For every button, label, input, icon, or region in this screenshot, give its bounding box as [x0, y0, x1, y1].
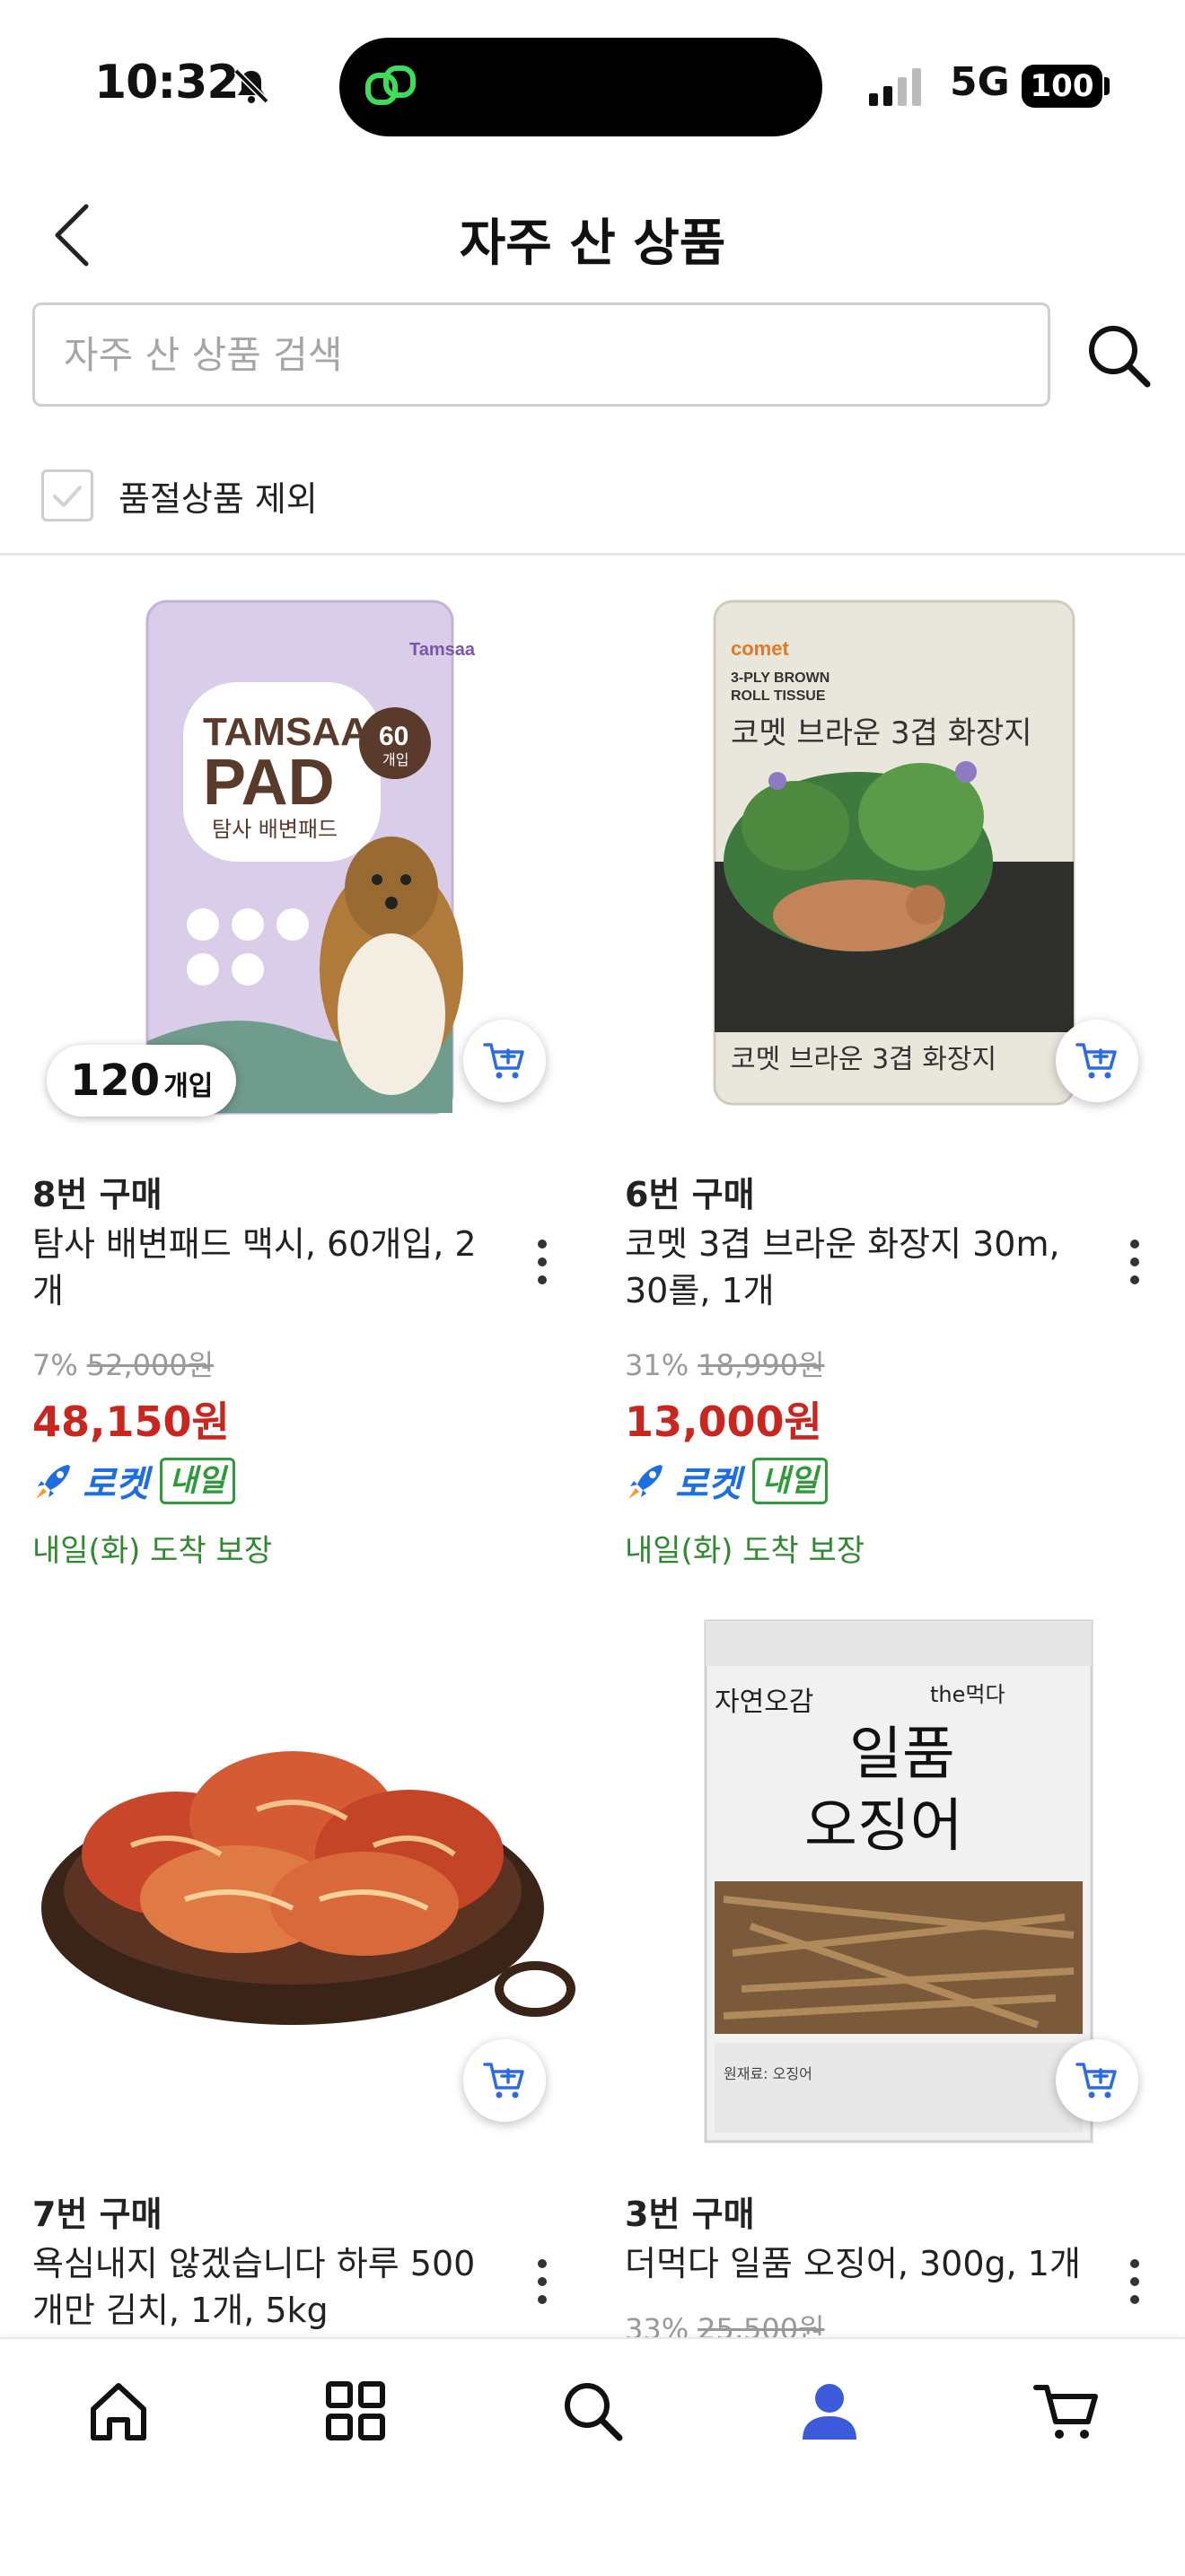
quantity-number: 120 — [70, 1056, 161, 1106]
svg-text:Tamsaa: Tamsaa — [409, 640, 476, 660]
original-price-row: 31% 18,990원 — [625, 1343, 825, 1384]
svg-text:PAD: PAD — [203, 747, 335, 819]
purchase-count: 3번 구매 — [625, 2195, 755, 2234]
sale-price: 13,000원 — [625, 1398, 822, 1446]
divider — [0, 553, 1185, 556]
search-input[interactable] — [32, 302, 1050, 407]
svg-text:탐사 배변패드: 탐사 배변패드 — [212, 817, 338, 842]
more-options-icon[interactable] — [1117, 1235, 1153, 1289]
cart-plus-icon — [483, 2063, 524, 2098]
signal-icon — [869, 68, 921, 106]
product-name[interactable]: 욕심내지 않겠습니다 하루 500개만 김치, 1개, 5kg — [32, 2240, 499, 2334]
more-options-icon[interactable] — [1117, 2255, 1153, 2309]
product-name[interactable]: 더먹다 일품 오징어, 300g, 1개 — [625, 2240, 1092, 2287]
cart-icon[interactable] — [1031, 2375, 1102, 2447]
page-title: 자주 산 상품 — [459, 215, 726, 273]
rocket-icon — [628, 1465, 663, 1499]
purchase-count: 6번 구매 — [625, 1175, 755, 1214]
svg-text:오징어: 오징어 — [804, 1793, 963, 1860]
original-price: 18,990원 — [698, 1348, 825, 1382]
svg-text:60: 60 — [379, 722, 408, 751]
add-to-cart-button[interactable] — [1056, 1020, 1138, 1102]
arrival-guarantee: 내일(화) 도착 보장 — [625, 1533, 865, 1569]
original-price: 52,000원 — [86, 1348, 215, 1382]
svg-text:3-PLY BROWN: 3-PLY BROWN — [731, 670, 830, 686]
add-to-cart-button[interactable] — [1056, 2039, 1138, 2122]
battery-tip — [1104, 77, 1110, 95]
rocket-icon — [36, 1465, 70, 1499]
cart-plus-icon — [1075, 2063, 1117, 2098]
cart-plus-icon — [1075, 1043, 1117, 1079]
more-options-icon[interactable] — [524, 2255, 560, 2309]
product-name[interactable]: 코멧 3겹 브라운 화장지 30m, 30롤, 1개 — [625, 1221, 1092, 1314]
exclude-sold-out-label: 품절상품 제외 — [118, 478, 318, 519]
product-card[interactable]: 자연오감 the먹다 일품 오징어 원재료: 오징어 3번 구매 더먹다 일품 … — [625, 1612, 1181, 2337]
tomorrow-badge: 내일 — [751, 1458, 829, 1504]
purchase-count: 7번 구매 — [32, 2195, 162, 2234]
svg-text:the먹다: the먹다 — [930, 1682, 1005, 1707]
svg-text:comet: comet — [731, 637, 789, 660]
check-icon — [53, 486, 82, 507]
product-card[interactable]: 7번 구매 욕심내지 않겠습니다 하루 500개만 김치, 1개, 5kg — [32, 1612, 589, 2337]
product-card[interactable]: Tamsaa TAMSAA PAD 탐사 배변패드 60 개입 120 개입 8… — [32, 592, 589, 1580]
original-price-row: 33% 25,500원 — [625, 2307, 825, 2337]
svg-text:일품: 일품 — [849, 1722, 955, 1788]
search-icon[interactable] — [557, 2375, 628, 2447]
quantity-unit: 개입 — [163, 1071, 214, 1102]
rocket-label: 로켓 — [675, 1464, 742, 1505]
svg-text:개입: 개입 — [382, 751, 408, 768]
rocket-delivery-badge: 로켓 내일 — [625, 1456, 829, 1506]
svg-text:코멧 브라운 3겹 화장지: 코멧 브라운 3겹 화장지 — [731, 715, 1032, 751]
category-icon[interactable] — [320, 2375, 391, 2447]
arrival-guarantee: 내일(화) 도착 보장 — [32, 1533, 273, 1569]
my-coupang-icon[interactable] — [794, 2375, 865, 2447]
purchase-count: 8번 구매 — [32, 1175, 162, 1214]
search-icon[interactable] — [1084, 321, 1153, 390]
original-price-row: 7% 52,000원 — [32, 1343, 214, 1384]
exclude-sold-out-checkbox[interactable] — [41, 469, 93, 521]
original-price: 25,500원 — [698, 2312, 825, 2337]
product-card[interactable]: comet 3-PLY BROWN ROLL TISSUE 코멧 브라운 3겹 … — [625, 592, 1181, 1580]
discount-rate: 7% — [32, 1348, 78, 1382]
svg-text:원재료: 오징어: 원재료: 오징어 — [724, 2065, 812, 2082]
sale-price: 48,150원 — [32, 1398, 230, 1446]
more-options-icon[interactable] — [524, 1235, 560, 1289]
quantity-badge: 120 개입 — [47, 1045, 237, 1117]
discount-rate: 33% — [625, 2312, 689, 2337]
svg-text:자연오감: 자연오감 — [715, 1687, 813, 1718]
status-time: 10:32 — [94, 56, 240, 110]
battery-level: 100 — [1022, 65, 1102, 108]
rocket-delivery-badge: 로켓 내일 — [32, 1456, 236, 1506]
header: 자주 산 상품 — [0, 171, 1185, 296]
svg-text:코멧 브라운 3겹 화장지: 코멧 브라운 3겹 화장지 — [731, 1044, 996, 1075]
status-bar: 10:32 5G 100 — [0, 0, 1185, 171]
add-to-cart-button[interactable] — [463, 1020, 546, 1102]
discount-rate: 31% — [625, 1348, 689, 1382]
add-to-cart-button[interactable] — [463, 2039, 546, 2122]
home-icon[interactable] — [83, 2375, 154, 2447]
bottom-navigation — [0, 2337, 1185, 2576]
bell-muted-icon — [233, 68, 269, 104]
product-name[interactable]: 탐사 배변패드 맥시, 60개입, 2개 — [32, 1221, 499, 1314]
dynamic-island — [339, 38, 822, 136]
link-icon — [365, 66, 416, 105]
exclude-sold-out-filter[interactable]: 품절상품 제외 — [41, 467, 318, 524]
cart-plus-icon — [483, 1043, 524, 1079]
rocket-label: 로켓 — [83, 1464, 149, 1505]
network-type: 5G — [950, 59, 1010, 105]
svg-text:ROLL TISSUE: ROLL TISSUE — [731, 688, 826, 704]
tomorrow-badge: 내일 — [159, 1458, 236, 1504]
